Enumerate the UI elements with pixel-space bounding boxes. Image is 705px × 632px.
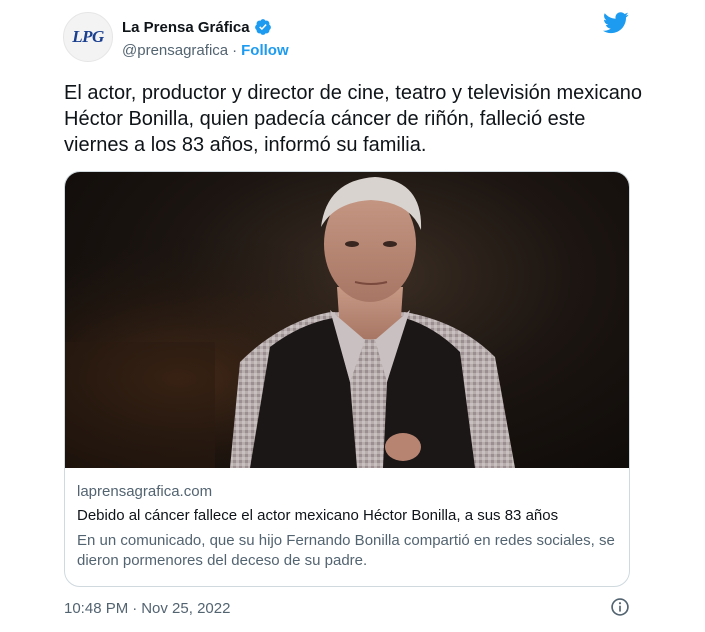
link-preview-card[interactable]: laprensagrafica.com Debido al cáncer fal… bbox=[64, 171, 630, 587]
author-handle-row: @prensagrafica · Follow bbox=[122, 40, 289, 60]
tweet-embed: LPG La Prensa Gráfica @prensagrafica · F… bbox=[0, 0, 705, 632]
handle-separator: · bbox=[232, 41, 238, 59]
card-title: Debido al cáncer fallece el actor mexica… bbox=[77, 507, 559, 524]
author-display-name[interactable]: La Prensa Gráfica bbox=[122, 19, 250, 36]
avatar-logo-text: LPG bbox=[72, 27, 104, 46]
author-name-row[interactable]: La Prensa Gráfica bbox=[122, 17, 272, 37]
card-meta: laprensagrafica.com Debido al cáncer fal… bbox=[77, 482, 617, 571]
follow-button[interactable]: Follow bbox=[241, 42, 289, 59]
card-photo-illustration bbox=[65, 172, 629, 468]
tweet-time[interactable]: 10:48 PM bbox=[64, 600, 128, 617]
tweet-footer: 10:48 PM · Nov 25, 2022 bbox=[64, 597, 630, 619]
twitter-bird-icon[interactable] bbox=[603, 12, 629, 34]
tweet-date[interactable]: Nov 25, 2022 bbox=[141, 600, 230, 617]
author-handle[interactable]: @prensagrafica bbox=[122, 42, 228, 59]
verified-badge-icon bbox=[254, 19, 271, 35]
card-domain: laprensagrafica.com bbox=[77, 483, 213, 500]
tweet-text: El actor, productor y director de cine, … bbox=[64, 82, 643, 156]
card-image[interactable] bbox=[65, 172, 629, 468]
tweet-header: LPG La Prensa Gráfica @prensagrafica · F… bbox=[63, 12, 643, 62]
card-description: En un comunicado, que su hijo Fernando B… bbox=[77, 532, 615, 569]
avatar[interactable]: LPG bbox=[63, 12, 113, 62]
info-icon[interactable] bbox=[610, 597, 630, 617]
footer-separator: · bbox=[132, 599, 138, 617]
